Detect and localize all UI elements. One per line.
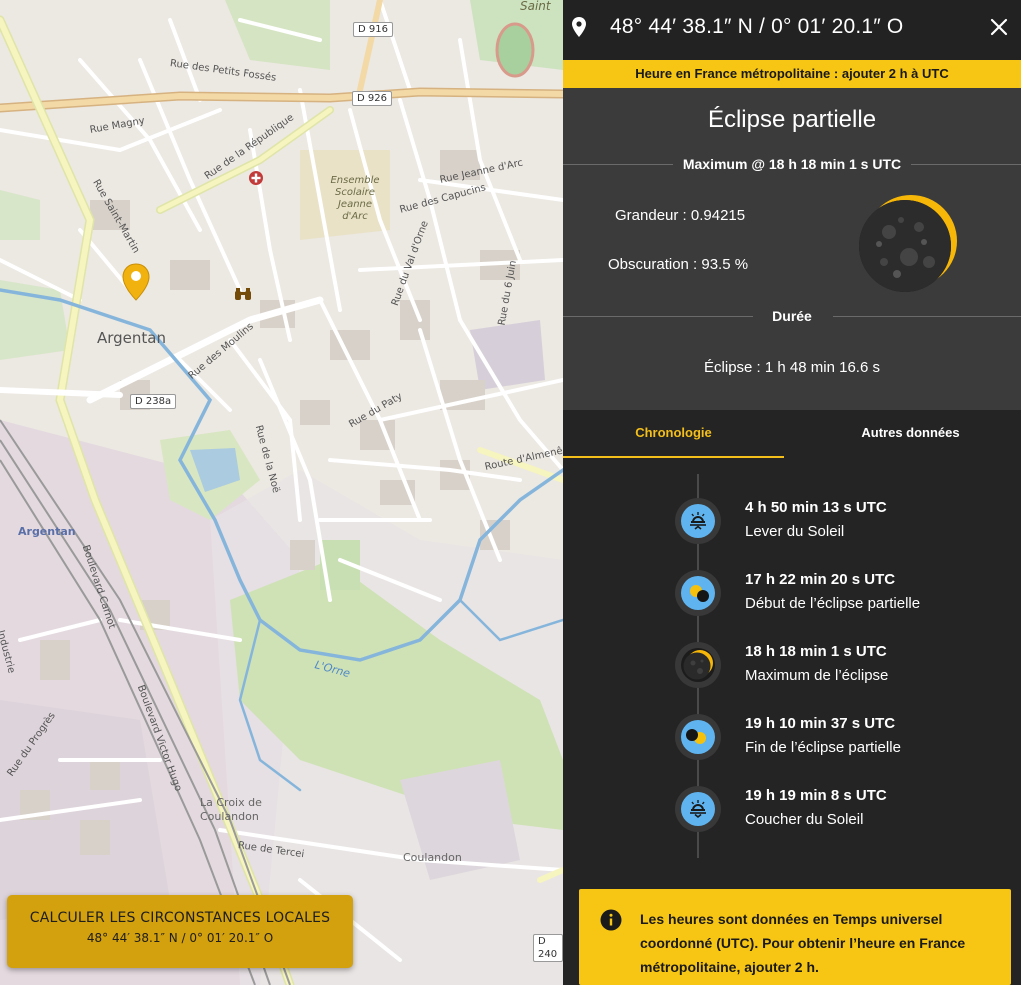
duration-divider: Durée xyxy=(563,306,1021,326)
timezone-banner: Heure en France métropolitaine : ajouter… xyxy=(563,60,1021,88)
timeline-label: Début de l’éclipse partielle xyxy=(745,595,921,612)
timeline-time: 19 h 19 min 8 s UTC xyxy=(745,787,887,804)
calculate-local-circumstances-button[interactable]: CALCULER LES CIRCONSTANCES LOCALES 48° 4… xyxy=(7,895,353,968)
info-icon xyxy=(600,909,622,931)
timeline-item-eclipse-end: 19 h 10 min 37 s UTC Fin de l’éclipse pa… xyxy=(675,714,1021,762)
map-label-station: Argentan xyxy=(18,525,76,538)
eclipse-type-title: Éclipse partielle xyxy=(707,106,877,133)
timeline-item-sunrise: 4 h 50 min 13 s UTC Lever du Soleil xyxy=(675,498,1021,546)
road-shield: D 926 xyxy=(352,91,392,106)
location-pin-icon xyxy=(572,17,586,37)
road-shield: D 240 xyxy=(533,934,563,962)
map-label-place: La Croix de Coulandon xyxy=(200,796,262,823)
maximum-divider: Maximum @ 18 h 18 min 1 s UTC xyxy=(563,154,1021,174)
map-label-town: Argentan xyxy=(97,329,167,347)
timeline-label: Lever du Soleil xyxy=(745,523,845,540)
road-shield: D 916 xyxy=(353,22,393,37)
eclipse-start-icon xyxy=(675,570,721,616)
obscuration-value: Obscuration : 93.5 % xyxy=(608,256,749,273)
map-label-place: Coulandon xyxy=(403,851,462,864)
calculate-button-coords: 48° 44′ 38.1″ N / 0° 01′ 20.1″ O xyxy=(86,931,274,945)
sunrise-icon xyxy=(675,498,721,544)
timeline-label: Fin de l’éclipse partielle xyxy=(745,739,901,756)
timeline-label: Coucher du Soleil xyxy=(745,811,864,828)
panel-tabs: Chronologie Autres données xyxy=(563,410,1021,458)
coordinates-title: 48° 44′ 38.1″ N / 0° 01′ 20.1″ O xyxy=(610,15,904,38)
eclipse-moon-icon xyxy=(859,192,959,292)
timeline-time: 17 h 22 min 20 s UTC xyxy=(745,571,896,588)
close-icon[interactable] xyxy=(989,17,1009,37)
map-background xyxy=(0,0,563,985)
eclipse-maximum-icon xyxy=(675,642,721,688)
timeline-item-maximum: 18 h 18 min 1 s UTC Maximum de l’éclipse xyxy=(675,642,1021,690)
hospital-icon[interactable] xyxy=(248,170,264,186)
eclipse-end-icon xyxy=(675,714,721,760)
utc-info-text: Les heures sont données en Temps univers… xyxy=(640,911,966,975)
tab-autres-donnees[interactable]: Autres données xyxy=(800,410,1021,458)
panel-header: 48° 44′ 38.1″ N / 0° 01′ 20.1″ O xyxy=(563,0,1021,60)
location-pin-icon[interactable] xyxy=(121,262,151,302)
map-view[interactable]: Argentan Argentan Rue des Petits Fossés … xyxy=(0,0,563,985)
eclipse-duration-value: Éclipse : 1 h 48 min 16.6 s xyxy=(704,359,880,376)
map-label-saint: Saint xyxy=(520,0,551,13)
calculate-button-title: CALCULER LES CIRCONSTANCES LOCALES xyxy=(29,910,331,926)
timeline: 4 h 50 min 13 s UTC Lever du Soleil 17 h… xyxy=(563,458,1021,878)
timeline-time: 4 h 50 min 13 s UTC xyxy=(745,499,887,516)
timeline-item-sunset: 19 h 19 min 8 s UTC Coucher du Soleil xyxy=(675,786,1021,834)
eclipse-details-panel: 48° 44′ 38.1″ N / 0° 01′ 20.1″ O Heure e… xyxy=(563,0,1021,985)
sunset-icon xyxy=(675,786,721,832)
tab-chronologie[interactable]: Chronologie xyxy=(563,410,784,458)
timeline-time: 18 h 18 min 1 s UTC xyxy=(745,643,887,660)
binoculars-icon[interactable] xyxy=(234,286,252,300)
grandeur-value: Grandeur : 0.94215 xyxy=(615,207,746,224)
timeline-label: Maximum de l’éclipse xyxy=(745,667,889,684)
timeline-time: 19 h 10 min 37 s UTC xyxy=(745,715,896,732)
road-shield: D 238a xyxy=(130,394,177,409)
eclipse-summary: Éclipse partielle Maximum @ 18 h 18 min … xyxy=(563,88,1021,410)
utc-info-box: Les heures sont données en Temps univers… xyxy=(579,889,1011,985)
map-label-school: Ensemble Scolaire Jeanne d'Arc xyxy=(330,175,380,222)
timeline-item-eclipse-start: 17 h 22 min 20 s UTC Début de l’éclipse … xyxy=(675,570,1021,618)
